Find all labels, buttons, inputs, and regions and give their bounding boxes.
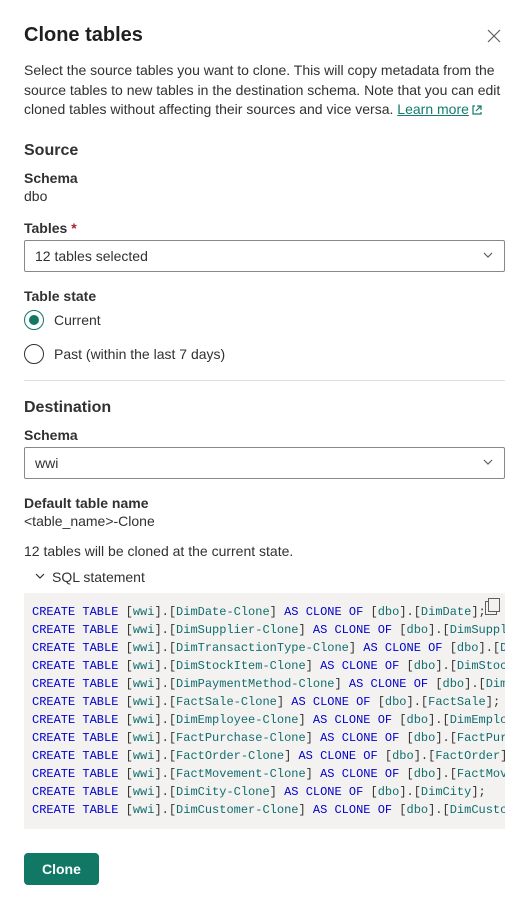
dialog-title: Clone tables <box>24 24 143 47</box>
radio-circle-icon <box>24 310 44 330</box>
section-divider <box>24 380 505 381</box>
sql-line: CREATE TABLE [wwi].[DimCity-Clone] AS CL… <box>32 783 497 801</box>
table-state-radio-group: Current Past (within the last 7 days) <box>24 310 505 364</box>
source-schema-label: Schema <box>24 170 505 186</box>
destination-schema-label: Schema <box>24 427 505 443</box>
source-schema-value: dbo <box>24 188 505 204</box>
source-heading: Source <box>24 142 505 160</box>
close-icon <box>487 29 501 43</box>
sql-line: CREATE TABLE [wwi].[DimDate-Clone] AS CL… <box>32 603 497 621</box>
intro-text: Select the source tables you want to clo… <box>24 61 505 122</box>
learn-more-link[interactable]: Learn more <box>397 101 469 117</box>
sql-line: CREATE TABLE [wwi].[FactSale-Clone] AS C… <box>32 693 497 711</box>
radio-circle-icon <box>24 344 44 364</box>
copy-icon[interactable] <box>485 601 497 615</box>
tables-dropdown[interactable]: 12 tables selected <box>24 240 505 272</box>
destination-heading: Destination <box>24 399 505 417</box>
radio-current-label: Current <box>54 312 101 328</box>
clone-count-text: 12 tables will be cloned at the current … <box>24 543 505 559</box>
sql-line: CREATE TABLE [wwi].[DimTransactionType-C… <box>32 639 497 657</box>
sql-statement-label: SQL statement <box>52 569 145 585</box>
radio-past[interactable]: Past (within the last 7 days) <box>24 344 505 364</box>
sql-line: CREATE TABLE [wwi].[DimSupplier-Clone] A… <box>32 621 497 639</box>
radio-past-label: Past (within the last 7 days) <box>54 346 225 362</box>
sql-line: CREATE TABLE [wwi].[DimEmployee-Clone] A… <box>32 711 497 729</box>
tables-label: Tables <box>24 220 505 236</box>
chevron-down-icon <box>34 569 46 585</box>
external-link-icon <box>471 102 483 122</box>
close-button[interactable] <box>483 25 505 47</box>
clone-button-label: Clone <box>42 861 81 877</box>
learn-more-label: Learn more <box>397 101 469 117</box>
sql-line: CREATE TABLE [wwi].[FactOrder-Clone] AS … <box>32 747 497 765</box>
sql-line: CREATE TABLE [wwi].[DimCustomer-Clone] A… <box>32 801 497 819</box>
radio-current[interactable]: Current <box>24 310 505 330</box>
default-table-name-value: <table_name>-Clone <box>24 513 505 529</box>
sql-line: CREATE TABLE [wwi].[FactPurchase-Clone] … <box>32 729 497 747</box>
chevron-down-icon <box>482 248 494 264</box>
chevron-down-icon <box>482 455 494 471</box>
default-table-name-label: Default table name <box>24 495 505 511</box>
sql-line: CREATE TABLE [wwi].[DimPaymentMethod-Clo… <box>32 675 497 693</box>
destination-schema-value: wwi <box>35 455 58 471</box>
tables-dropdown-value: 12 tables selected <box>35 248 148 264</box>
sql-statement-expander[interactable]: SQL statement <box>24 569 505 585</box>
sql-code-block: CREATE TABLE [wwi].[DimDate-Clone] AS CL… <box>24 593 505 829</box>
destination-schema-dropdown[interactable]: wwi <box>24 447 505 479</box>
sql-line: CREATE TABLE [wwi].[FactMovement-Clone] … <box>32 765 497 783</box>
clone-button[interactable]: Clone <box>24 853 99 885</box>
table-state-label: Table state <box>24 288 505 304</box>
sql-line: CREATE TABLE [wwi].[DimStockItem-Clone] … <box>32 657 497 675</box>
